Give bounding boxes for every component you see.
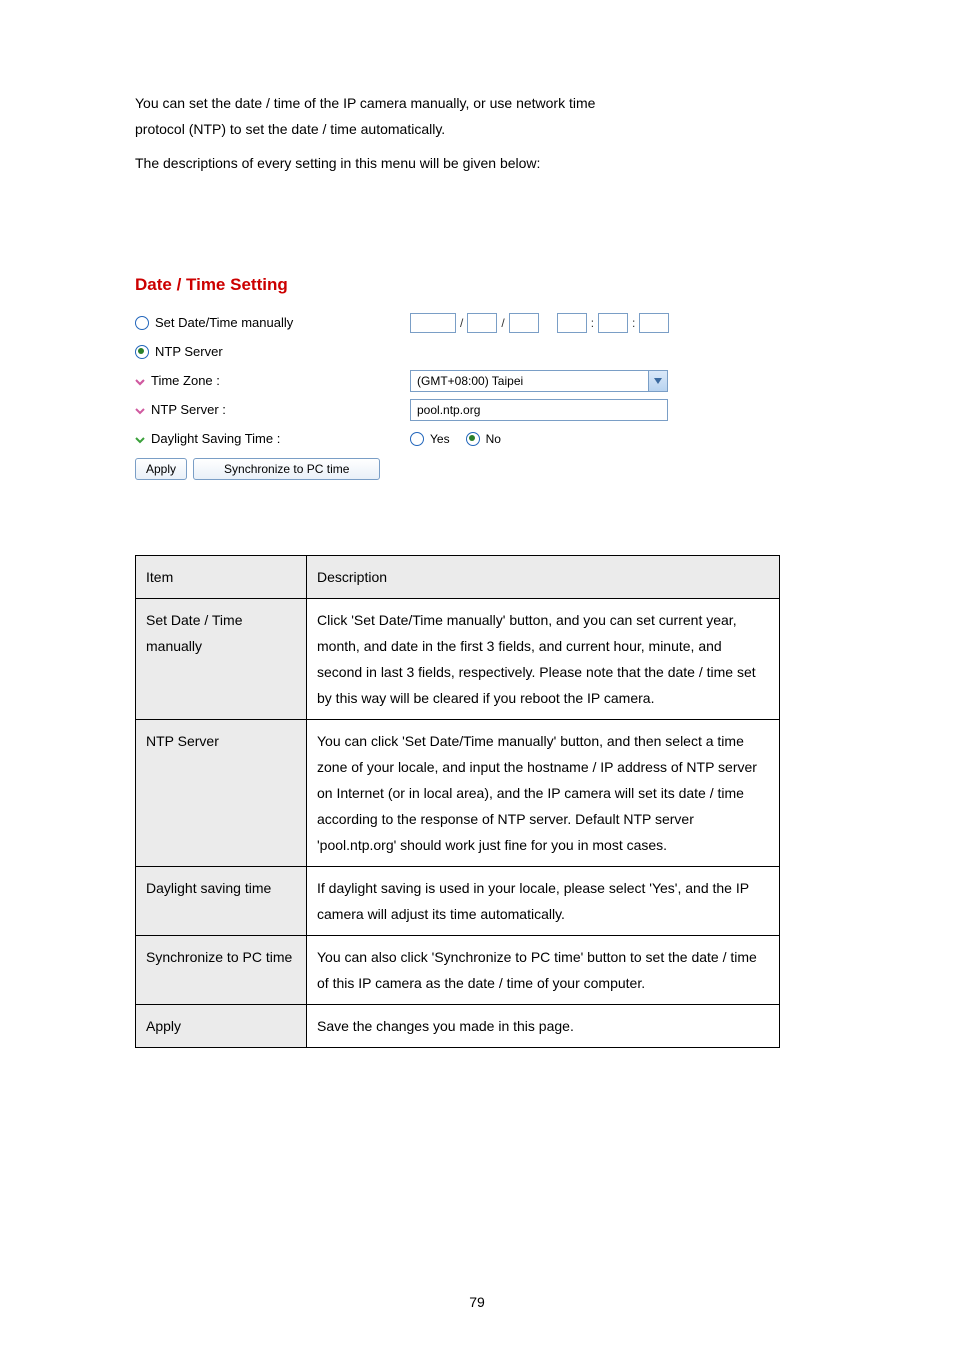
bullet-icon: [135, 405, 145, 415]
dst-no-label: No: [486, 432, 501, 446]
intro-line-1: You can set the date / time of the IP ca…: [135, 95, 595, 111]
month-input[interactable]: [467, 313, 497, 333]
table-row: Set Date / Time manually Click 'Set Date…: [136, 599, 780, 720]
header-item: Item: [136, 556, 307, 599]
intro-line-3: The descriptions of every setting in thi…: [135, 150, 785, 176]
manual-datetime-inputs: / / : :: [410, 313, 669, 333]
sync-button-label: Synchronize to PC time: [224, 462, 349, 476]
ntp-server-input[interactable]: [410, 399, 668, 421]
panel-title: Date / Time Setting: [135, 275, 785, 295]
table-row: NTP Server You can click 'Set Date/Time …: [136, 720, 780, 867]
dst-label: Daylight Saving Time :: [151, 431, 280, 446]
second-input[interactable]: [639, 313, 669, 333]
timezone-select[interactable]: (GMT+08:00) Taipei: [410, 370, 668, 392]
apply-button[interactable]: Apply: [135, 458, 187, 480]
ntp-server-radio-label: NTP Server: [155, 344, 223, 359]
table-header-row: Item Description: [136, 556, 780, 599]
minute-input[interactable]: [598, 313, 628, 333]
date-sep-2: /: [501, 316, 504, 330]
intro-line-2: protocol (NTP) to set the date / time au…: [135, 121, 445, 137]
table-row: Daylight saving time If daylight saving …: [136, 867, 780, 936]
desc-cell: If daylight saving is used in your local…: [307, 867, 780, 936]
desc-cell: You can click 'Set Date/Time manually' b…: [307, 720, 780, 867]
item-cell: Set Date / Time manually: [136, 599, 307, 720]
desc-cell: Click 'Set Date/Time manually' button, a…: [307, 599, 780, 720]
set-manually-label: Set Date/Time manually: [155, 315, 293, 330]
hour-input[interactable]: [557, 313, 587, 333]
item-cell: Apply: [136, 1005, 307, 1048]
day-input[interactable]: [509, 313, 539, 333]
date-sep-1: /: [460, 316, 463, 330]
timezone-select-value: (GMT+08:00) Taipei: [411, 374, 648, 388]
time-sep-1: :: [591, 316, 594, 330]
desc-cell: You can also click 'Synchronize to PC ti…: [307, 936, 780, 1005]
header-desc: Description: [307, 556, 780, 599]
page-number: 79: [0, 1294, 954, 1310]
time-sep-2: :: [632, 316, 635, 330]
intro-paragraph: You can set the date / time of the IP ca…: [135, 90, 785, 176]
year-input[interactable]: [410, 313, 456, 333]
settings-description-table: Item Description Set Date / Time manuall…: [135, 555, 780, 1048]
desc-cell: Save the changes you made in this page.: [307, 1005, 780, 1048]
ntp-server-radio[interactable]: [135, 345, 149, 359]
table-row: Synchronize to PC time You can also clic…: [136, 936, 780, 1005]
dst-yes-radio[interactable]: [410, 432, 424, 446]
dst-no-radio[interactable]: [466, 432, 480, 446]
table-row: Apply Save the changes you made in this …: [136, 1005, 780, 1048]
bullet-icon: [135, 434, 145, 444]
set-manually-radio[interactable]: [135, 316, 149, 330]
sync-pc-time-button[interactable]: Synchronize to PC time: [193, 458, 380, 480]
timezone-label: Time Zone :: [151, 373, 220, 388]
apply-button-label: Apply: [146, 462, 176, 476]
item-cell: Synchronize to PC time: [136, 936, 307, 1005]
item-cell: Daylight saving time: [136, 867, 307, 936]
item-cell: NTP Server: [136, 720, 307, 867]
ntp-server-field-label: NTP Server :: [151, 402, 226, 417]
bullet-icon: [135, 376, 145, 386]
dst-yes-label: Yes: [430, 432, 450, 446]
chevron-down-icon: [648, 371, 667, 391]
datetime-settings-panel: Date / Time Setting Set Date/Time manual…: [135, 275, 785, 480]
